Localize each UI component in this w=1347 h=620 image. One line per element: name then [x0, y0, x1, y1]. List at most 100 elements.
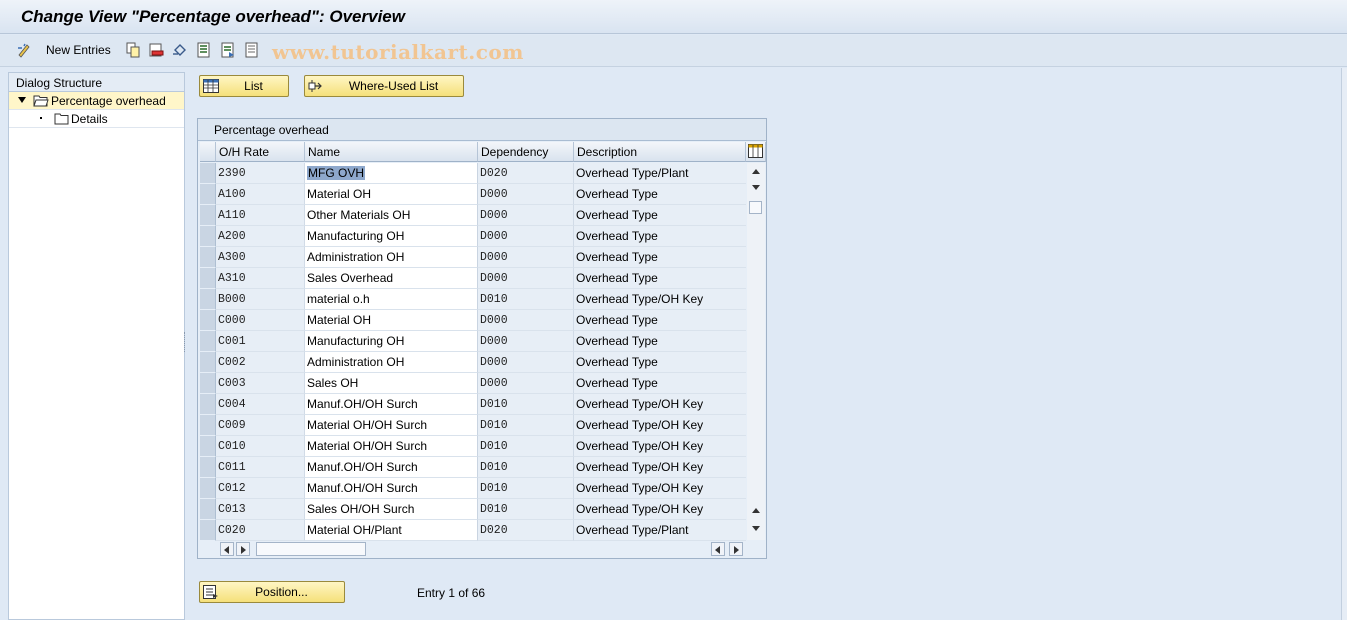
cell-name[interactable]: material o.h	[305, 289, 478, 310]
row-selector[interactable]	[200, 436, 216, 457]
cell-name[interactable]: Other Materials OH	[305, 205, 478, 226]
table-row[interactable]: C009 Material OH/OH Surch D010 Overhead Typ…	[198, 415, 746, 436]
tree-item-percentage-overhead[interactable]: Percentage overhead	[9, 92, 184, 110]
cell-name[interactable]: Material OH/OH Surch	[305, 436, 478, 457]
table-row[interactable]: C002 Administration OH D000 Overhead Type	[198, 352, 746, 373]
cell-name[interactable]: Sales OH	[305, 373, 478, 394]
column-header-name[interactable]: Name	[305, 142, 478, 162]
row-selector[interactable]	[200, 268, 216, 289]
delete-button[interactable]	[148, 41, 164, 59]
title-bar: Change View "Percentage overhead": Overv…	[0, 0, 1347, 34]
select-all-button[interactable]	[196, 41, 212, 59]
row-selector[interactable]	[200, 289, 216, 310]
copy-as-button[interactable]	[125, 41, 141, 59]
table-row[interactable]: A110 Other Materials OH D000 Overhead Type	[198, 205, 746, 226]
cell-description: Overhead Type	[574, 226, 746, 247]
table-row[interactable]: A300 Administration OH D000 Overhead Type	[198, 247, 746, 268]
cell-name[interactable]: MFG OVH	[305, 163, 478, 184]
select-all-rows-cell[interactable]	[200, 142, 216, 162]
row-selector[interactable]	[200, 352, 216, 373]
table-row[interactable]: A200 Manufacturing OH D000 Overhead Type	[198, 226, 746, 247]
table-row[interactable]: C004 Manuf.OH/OH Surch D010 Overhead Type/O…	[198, 394, 746, 415]
change-display-button[interactable]	[16, 41, 32, 59]
where-used-list-button[interactable]: Where-Used List	[304, 75, 464, 97]
cell-name[interactable]: Manuf.OH/OH Surch	[305, 457, 478, 478]
row-selector[interactable]	[200, 394, 216, 415]
new-entries-button[interactable]: New Entries	[46, 41, 111, 59]
horizontal-scroll-thumb[interactable]	[256, 542, 366, 556]
table-settings-button[interactable]	[746, 142, 766, 162]
row-selector[interactable]	[200, 520, 216, 541]
column-header-oh-rate[interactable]: O/H Rate	[216, 142, 305, 162]
cell-name[interactable]: Material OH	[305, 184, 478, 205]
pane-splitter[interactable]	[184, 332, 187, 352]
scroll-right-button[interactable]	[236, 542, 250, 556]
row-selector[interactable]	[200, 310, 216, 331]
cell-name[interactable]: Manuf.OH/OH Surch	[305, 394, 478, 415]
page-title: Change View "Percentage overhead": Overv…	[21, 7, 405, 26]
cell-name[interactable]: Administration OH	[305, 247, 478, 268]
row-selector[interactable]	[200, 331, 216, 352]
cell-name[interactable]: Material OH/Plant	[305, 520, 478, 541]
scroll-left-end-button[interactable]	[711, 542, 725, 556]
position-icon	[203, 585, 218, 599]
row-selector[interactable]	[200, 226, 216, 247]
table-row[interactable]: C000 Material OH D000 Overhead Type	[198, 310, 746, 331]
page-up-icon[interactable]	[752, 508, 760, 513]
scroll-up-icon[interactable]	[752, 169, 760, 174]
cell-name[interactable]: Material OH/OH Surch	[305, 415, 478, 436]
deselect-all-button[interactable]	[244, 41, 260, 59]
row-selector[interactable]	[200, 415, 216, 436]
select-block-button[interactable]	[220, 41, 236, 59]
column-header-dependency[interactable]: Dependency	[478, 142, 574, 162]
cell-description: Overhead Type	[574, 331, 746, 352]
scroll-down-icon[interactable]	[752, 185, 760, 190]
row-selector[interactable]	[200, 373, 216, 394]
row-selector[interactable]	[200, 247, 216, 268]
table-row[interactable]: 2390 MFG OVH D020 Overhead Type/Plant	[198, 163, 746, 184]
cell-oh-rate: A200	[216, 226, 305, 247]
horizontal-scrollbar[interactable]	[218, 541, 746, 557]
table-row[interactable]: A310 Sales Overhead D000 Overhead Type	[198, 268, 746, 289]
table-title: Percentage overhead	[198, 119, 766, 141]
table-row[interactable]: A100 Material OH D000 Overhead Type	[198, 184, 746, 205]
row-selector[interactable]	[200, 478, 216, 499]
position-button[interactable]: Position...	[199, 581, 345, 603]
scroll-thumb[interactable]	[749, 201, 762, 214]
list-button[interactable]: List	[199, 75, 289, 97]
page-down-icon[interactable]	[752, 526, 760, 531]
table-row[interactable]: C003 Sales OH D000 Overhead Type	[198, 373, 746, 394]
column-header-description[interactable]: Description	[574, 142, 746, 162]
copy-icon	[126, 42, 140, 58]
cell-name[interactable]: Sales Overhead	[305, 268, 478, 289]
cell-name[interactable]: Manuf.OH/OH Surch	[305, 478, 478, 499]
row-selector[interactable]	[200, 184, 216, 205]
cell-name[interactable]: Sales OH/OH Surch	[305, 499, 478, 520]
table-row[interactable]: C012 Manuf.OH/OH Surch D010 Overhead Type/O…	[198, 478, 746, 499]
scroll-right-end-button[interactable]	[729, 542, 743, 556]
dialog-structure-pane: Dialog Structure Percentage overhead Det…	[8, 72, 185, 620]
cell-name[interactable]: Administration OH	[305, 352, 478, 373]
table-row[interactable]: C011 Manuf.OH/OH Surch D010 Overhead Type/O…	[198, 457, 746, 478]
row-selector[interactable]	[200, 499, 216, 520]
table-icon	[203, 79, 219, 93]
vertical-scrollbar[interactable]	[747, 163, 765, 540]
row-selector[interactable]	[200, 205, 216, 226]
table-row[interactable]: C001 Manufacturing OH D000 Overhead Type	[198, 331, 746, 352]
scroll-left-button[interactable]	[220, 542, 234, 556]
cell-dependency: D010	[478, 436, 574, 457]
cell-description: Overhead Type/Plant	[574, 520, 746, 541]
table-row[interactable]: C013 Sales OH/OH Surch D010 Overhead Type/O…	[198, 499, 746, 520]
expand-triangle-icon[interactable]	[18, 97, 26, 103]
table-row[interactable]: C010 Material OH/OH Surch D010 Overhead Typ…	[198, 436, 746, 457]
table-row[interactable]: B000 material o.h D010 Overhead Type/OH Key	[198, 289, 746, 310]
row-selector[interactable]	[200, 163, 216, 184]
tree-item-details[interactable]: Details	[9, 110, 184, 128]
cell-name[interactable]: Manufacturing OH	[305, 331, 478, 352]
row-selector[interactable]	[200, 457, 216, 478]
cell-name[interactable]: Manufacturing OH	[305, 226, 478, 247]
cell-name[interactable]: Material OH	[305, 310, 478, 331]
cell-oh-rate: C000	[216, 310, 305, 331]
undo-change-button[interactable]	[172, 41, 188, 59]
table-row[interactable]: C020 Material OH/Plant D020 Overhead Type/P…	[198, 520, 746, 541]
